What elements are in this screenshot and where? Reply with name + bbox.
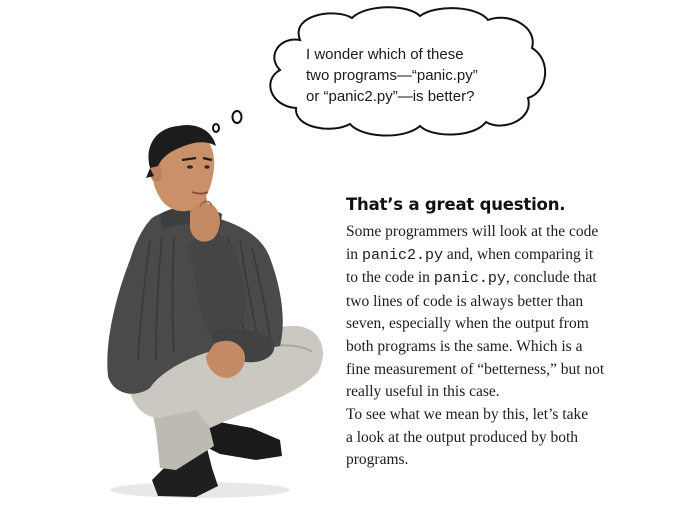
thought-line: or “panic2.py”—is better?	[306, 88, 475, 105]
text-line: a look at the output produced by both	[346, 428, 579, 446]
text-line: to the code in panic.py, conclude that	[346, 267, 676, 291]
text-line: fine measurement of “betterness,” but no…	[346, 360, 605, 378]
thought-bubble-text: I wonder which of these two programs—“pa…	[306, 44, 516, 107]
text-line: both programs is the same. Which is a	[346, 337, 583, 355]
text-line: To see what we mean by this, let’s take	[346, 406, 589, 423]
thought-bubble-tiny-circle	[212, 123, 220, 133]
paragraph-2: To see what we mean by this, let’s take …	[346, 404, 676, 472]
text-span: to the code in	[346, 269, 434, 287]
thinking-man-photo	[107, 124, 323, 498]
text-line: in panic2.py and, when comparing it	[346, 244, 676, 268]
text-line: really useful in this case.	[346, 383, 500, 401]
text-span: in	[346, 245, 362, 263]
code-panic: panic.py	[433, 270, 506, 288]
text-line: Some programmers will look at the code	[346, 223, 599, 240]
text-line: programs.	[346, 451, 409, 469]
text-span: and, when comparing it	[442, 245, 594, 263]
thought-line: two programs—“panic.py”	[306, 67, 478, 84]
thought-line: I wonder which of these	[306, 46, 464, 63]
text-line: seven, especially when the output from	[346, 315, 589, 333]
thought-bubble-small-circle	[231, 110, 243, 124]
paragraph-1: Some programmers will look at the code i…	[346, 221, 676, 404]
text-span: , conclude that	[505, 269, 597, 287]
code-panic2: panic2.py	[361, 246, 443, 264]
section-heading: That’s a great question.	[346, 195, 566, 214]
text-line: two lines of code is always better than	[346, 292, 584, 310]
